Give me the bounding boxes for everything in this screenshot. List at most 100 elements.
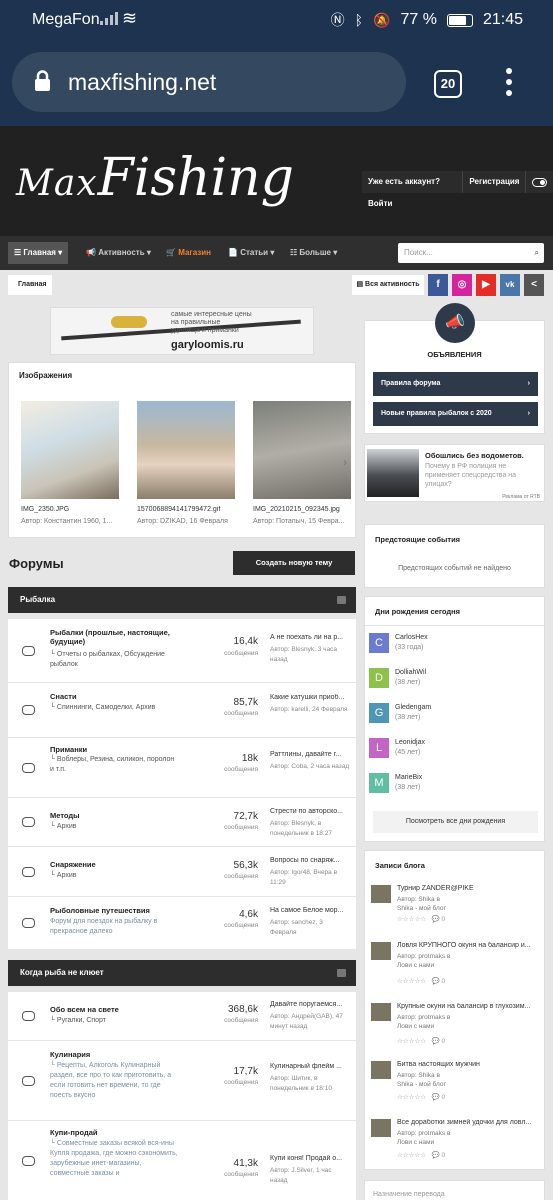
search-input[interactable]: Поиск... ⌕ [398, 243, 544, 263]
blog-title: Записи блога [375, 861, 425, 870]
forum-name[interactable]: Купи-продай [50, 1128, 180, 1137]
breadcrumb-home[interactable]: Главная [8, 275, 52, 295]
blog-entry-title[interactable]: Битва настоящих мужчин [397, 1061, 539, 1068]
avatar[interactable]: G [369, 703, 389, 723]
blog-thumb[interactable] [371, 1119, 391, 1137]
forum-rules-button[interactable]: Правила форума › [373, 372, 538, 396]
avatar[interactable]: D [369, 668, 389, 688]
forum-subforums: └ Ругалки, Спорт [50, 1017, 106, 1024]
forum-row[interactable]: Обо всем на свете └ Ругалки, Спорт 368,6… [8, 992, 356, 1041]
member-name[interactable]: MarieBix [395, 774, 422, 781]
forum-subforums: └ Спиннинги, Самоделки, Архив [50, 704, 156, 711]
category-header[interactable]: Рыбалка [8, 587, 356, 613]
forum-name[interactable]: Приманки [50, 745, 180, 754]
forum-row[interactable]: Рыболовные путешествия Форум для поездок… [8, 897, 356, 949]
forum-row[interactable]: Кулинария └ Рецепты, Алкоголь Кулинарный… [8, 1041, 356, 1121]
nav-home[interactable]: ☰ Главная ▾ [8, 242, 69, 264]
avatar[interactable]: L [369, 738, 389, 758]
address-bar[interactable]: maxfishing.net [12, 52, 406, 112]
last-post-title[interactable]: Купи коня! Продай о... [270, 1155, 350, 1162]
news-ad[interactable]: Обошлись без водометов. Почему в РФ поли… [364, 444, 545, 502]
nav-more[interactable]: ☷ Больше ▾ [284, 242, 343, 264]
theme-toggle[interactable] [532, 177, 547, 187]
forum-row[interactable]: Методы └ Архив 72,7k сообщения Стрести п… [8, 798, 356, 847]
member-name[interactable]: Gledengam [395, 704, 431, 711]
blog-thumb[interactable] [371, 1003, 391, 1021]
login-link[interactable]: Уже есть аккаунт? Войти [362, 171, 464, 208]
forum-name[interactable]: Методы [50, 811, 180, 820]
instagram-icon[interactable]: ◎ [452, 274, 472, 296]
vk-icon[interactable]: vk [500, 274, 520, 296]
post-count-label: сообщения [224, 710, 258, 717]
blog-entry-title[interactable]: Ловля КРУПНОГО окуня на балансир и... [397, 942, 539, 949]
all-birthdays-button[interactable]: Посмотреть все дни рождения [373, 811, 538, 833]
gallery-image[interactable] [253, 401, 351, 499]
last-post-title[interactable]: Вопросы по снаряж... [270, 857, 350, 864]
member-name[interactable]: Leonidjax [395, 739, 425, 746]
register-link[interactable]: Регистрация [463, 171, 527, 193]
forum-name[interactable]: Снаряжение [50, 860, 180, 869]
last-post-title[interactable]: Какие катушки приоб... [270, 694, 350, 701]
forum-row[interactable]: Купи-продай └ Совместные заказы всякой в… [8, 1121, 356, 1200]
image-name[interactable]: IMG_20210215_092345.jpg [253, 506, 353, 513]
share-icon[interactable]: < [524, 274, 544, 296]
category-header[interactable]: Когда рыба не клюет [8, 960, 356, 986]
last-post-title[interactable]: Давайте поругаемся... [270, 1001, 350, 1008]
battery-percent: 77 % [400, 11, 437, 28]
tab-switcher-button[interactable]: 20 [434, 70, 462, 98]
last-post-title[interactable]: Кулинарный флейм ... [270, 1063, 350, 1070]
last-post-title[interactable]: Раттлины, давайте г... [270, 751, 350, 758]
site-logo[interactable]: MaxFishing [16, 148, 294, 208]
image-name[interactable]: 1570068894141799472.gif [137, 506, 237, 513]
ad-banner[interactable]: самые интересные цены на правильные удилищ… [50, 307, 314, 355]
new-rules-button[interactable]: Новые правила рыбалок с 2020 › [373, 402, 538, 426]
last-post-title[interactable]: Стрести по авторско... [270, 808, 350, 815]
forum-name[interactable]: Снасти [50, 692, 180, 701]
forum-row[interactable]: Рыбалки (прошлые, настоящие, будущие) └ … [8, 619, 356, 683]
forum-row[interactable]: Снасти └ Спиннинги, Самоделки, Архив 85,… [8, 683, 356, 738]
lock-icon [35, 70, 50, 91]
new-topic-button[interactable]: Создать новую тему [233, 551, 355, 575]
gallery-image[interactable] [21, 401, 119, 499]
gallery-image[interactable] [137, 401, 235, 499]
youtube-icon[interactable]: ▶ [476, 274, 496, 296]
post-count-label: сообщения [224, 922, 258, 929]
collapse-icon[interactable] [337, 596, 346, 604]
site-header: MaxFishing Уже есть аккаунт? Войти Регис… [0, 126, 553, 236]
avatar[interactable]: M [369, 773, 389, 793]
forum-name[interactable]: Обо всем на свете [50, 1005, 180, 1014]
blog-entry-title[interactable]: Крупные окуни на балансир в глухозим... [397, 1003, 539, 1010]
blog-widget: Записи блога Турнир ZANDER@PIKE Автор: S… [364, 850, 545, 1170]
member-name[interactable]: CarlosHex [395, 634, 428, 641]
forum-row[interactable]: Приманки └ Воблеры, Резина, силикон, пор… [8, 738, 356, 798]
blog-entry-title[interactable]: Все доработки зимней удочки для ловл... [397, 1119, 539, 1126]
forum-name[interactable]: Рыбалки (прошлые, настоящие, будущие) [50, 628, 180, 646]
last-post-title[interactable]: А не поехать ли на р... [270, 634, 350, 641]
all-activity-link[interactable]: ▤ Вся активность [352, 275, 424, 295]
chat-icon [22, 866, 35, 877]
facebook-icon[interactable]: f [428, 274, 448, 296]
forum-name[interactable]: Рыболовные путешествия [50, 906, 180, 915]
search-icon[interactable]: ⌕ [535, 243, 539, 263]
image-name[interactable]: IMG_2350.JPG [21, 506, 121, 513]
avatar[interactable]: C [369, 633, 389, 653]
post-count-label: сообщения [224, 1079, 258, 1086]
nav-activity[interactable]: 📢 Активность ▾ [80, 242, 157, 264]
chevron-right-icon: › [527, 380, 530, 387]
blog-thumb[interactable] [371, 1061, 391, 1079]
member-name[interactable]: DolliahWil [395, 669, 426, 676]
nav-shop[interactable]: 🛒 Магазин [160, 242, 217, 264]
blog-thumb[interactable] [371, 942, 391, 960]
collapse-icon[interactable] [337, 969, 346, 977]
chevron-right-icon[interactable]: › [343, 455, 347, 469]
announcements-widget: 📣 ОБЪЯВЛЕНИЯ Правила форума › Новые прави… [364, 303, 545, 434]
blog-thumb[interactable] [371, 885, 391, 903]
forum-row[interactable]: Снаряжение └ Архив 56,3k сообщения Вопро… [8, 847, 356, 897]
blog-entry-title[interactable]: Турнир ZANDER@PIKE [397, 885, 539, 892]
nav-articles[interactable]: 📄 Статьи ▾ [222, 242, 280, 264]
last-post-title[interactable]: На самое Белое мор... [270, 907, 350, 914]
post-count: 41,3k [233, 1158, 258, 1169]
chat-icon [22, 1155, 35, 1166]
forum-name[interactable]: Кулинария [50, 1050, 180, 1059]
browser-menu-icon[interactable] [506, 68, 512, 101]
